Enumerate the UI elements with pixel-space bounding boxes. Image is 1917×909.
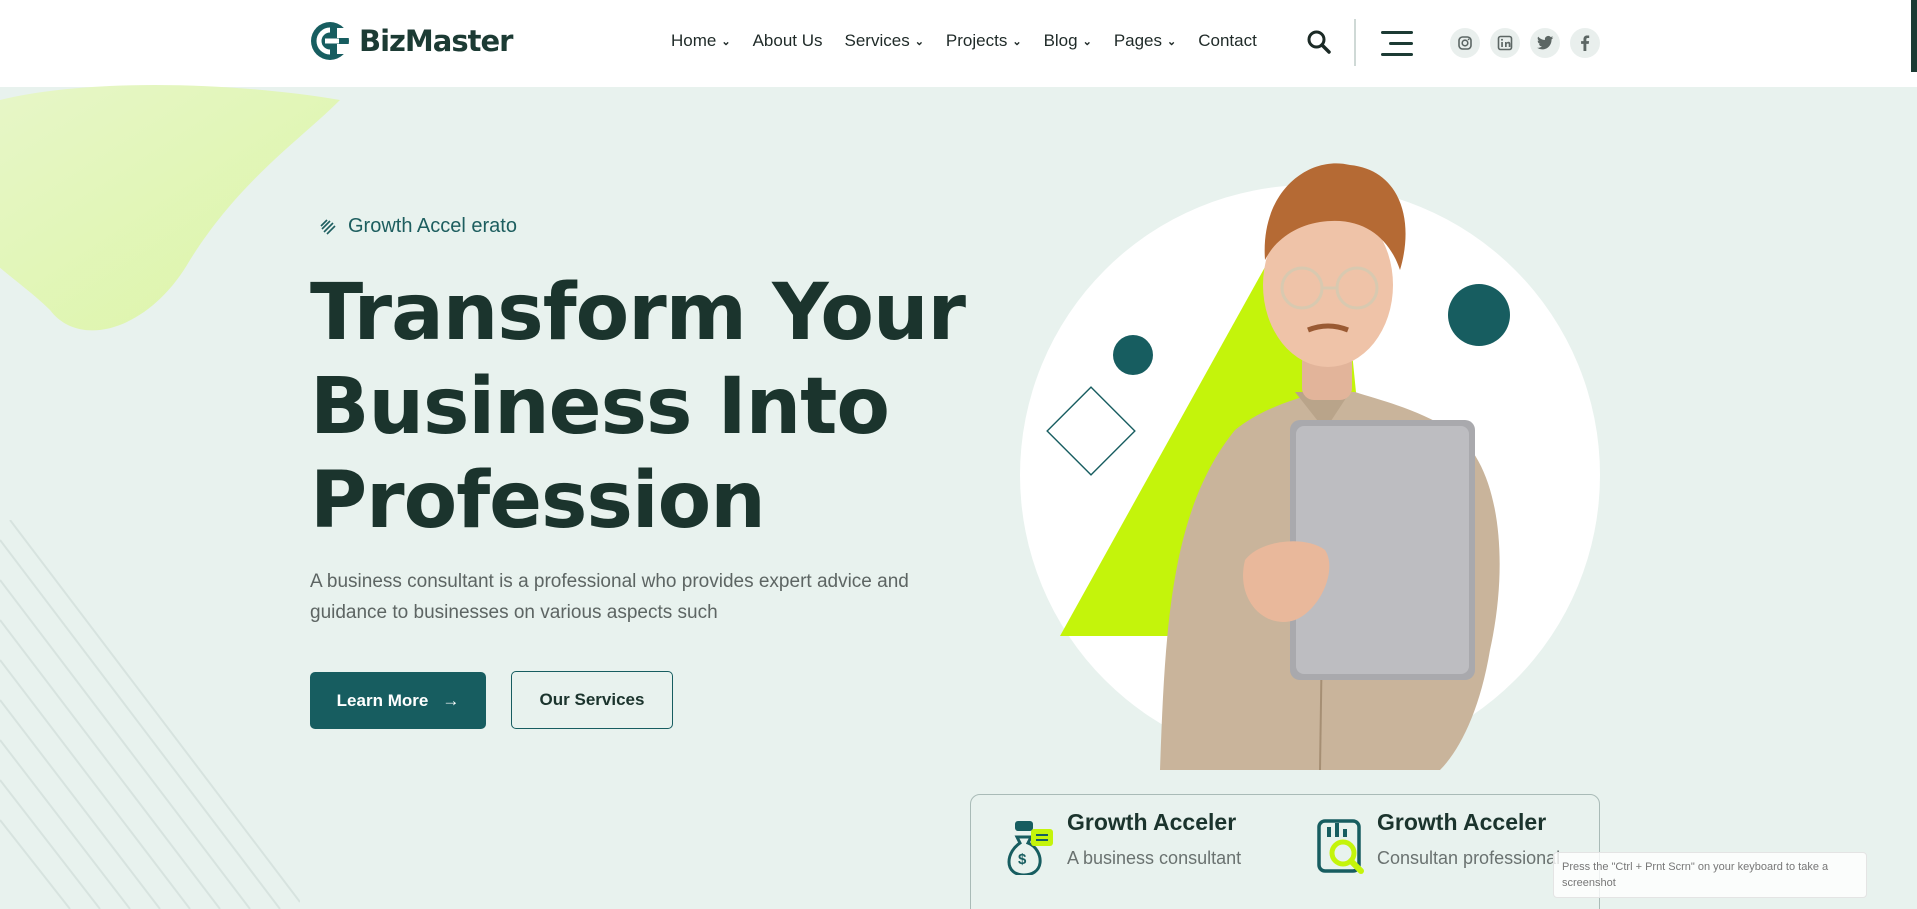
feature-description: A business consultant: [1067, 848, 1242, 868]
brand-logo[interactable]: BizMaster: [309, 20, 513, 62]
nav-blog[interactable]: Blog ⌄: [1044, 31, 1092, 51]
svg-text:$: $: [1018, 851, 1027, 868]
feature-item[interactable]: Growth Acceler Consultan professional: [1315, 809, 1560, 875]
feature-item[interactable]: $ Growth Acceler A business consultant: [1005, 809, 1241, 875]
nav-pages-label: Pages: [1113, 31, 1163, 50]
brand-name: BizMaster: [359, 24, 513, 58]
nav-pages[interactable]: Pages ⌄: [1114, 31, 1176, 51]
chevron-down-icon: ⌄: [914, 35, 924, 48]
hero-tagline: Growth Accel erato: [318, 215, 517, 238]
nav-about-us[interactable]: About Us: [753, 31, 823, 51]
feature-description: Consultan professional: [1377, 848, 1561, 868]
diagonal-stripes-decoration: [0, 520, 300, 909]
feature-text: Growth Acceler Consultan professional: [1377, 809, 1560, 875]
hero-description-line: guidance to businesses on various aspect…: [310, 602, 718, 623]
lime-blob-decoration: [0, 85, 340, 331]
feature-title: Growth Acceler: [1377, 809, 1547, 835]
learn-more-button[interactable]: Learn More →: [310, 672, 486, 729]
nav-home[interactable]: Home ⌄: [671, 31, 731, 51]
arrow-right-icon: →: [442, 690, 460, 710]
hero-tagline-text: Growth Accel erato: [348, 215, 517, 237]
search-icon[interactable]: [1306, 29, 1332, 55]
money-bag-chat-icon: $: [1007, 821, 1053, 875]
teal-dot-large: [1448, 284, 1510, 346]
nav-projects-label: Projects: [945, 31, 1008, 50]
nav-services-label: Services: [844, 31, 910, 50]
nav-contact-label: Contact: [1198, 31, 1257, 50]
main-nav: Home ⌄ About Us Services ⌄ Projects ⌄ Bl…: [671, 31, 1257, 51]
chevron-down-icon: ⌄: [1167, 35, 1177, 48]
instagram-icon[interactable]: [1450, 28, 1480, 58]
feature-title: Growth Acceler: [1067, 809, 1237, 835]
facebook-icon[interactable]: [1570, 28, 1600, 58]
social-links: [1450, 28, 1600, 58]
sparkle-icon: [320, 218, 336, 235]
screenshot-hint-toast: Press the "Ctrl + Prnt Scrn" on your key…: [1553, 852, 1867, 898]
scrollbar-thumb[interactable]: [1911, 0, 1917, 72]
nav-services[interactable]: Services ⌄: [845, 31, 924, 51]
nav-contact[interactable]: Contact: [1198, 31, 1257, 51]
report-search-icon: [1317, 819, 1364, 874]
hero-description: A business consultant is a professional …: [310, 566, 950, 628]
logo-icon: [311, 22, 351, 60]
learn-more-label: Learn More: [336, 690, 429, 710]
hero-description-line: A business consultant is a professional …: [310, 571, 909, 592]
nav-about-label: About Us: [752, 31, 823, 50]
chevron-down-icon: ⌄: [1082, 35, 1092, 48]
nav-blog-label: Blog: [1043, 31, 1078, 50]
our-services-label: Our Services: [539, 690, 645, 709]
twitter-icon[interactable]: [1530, 28, 1560, 58]
hero-headline-line: Transform Your: [310, 268, 966, 358]
hero-headline-line: Business Into: [310, 362, 890, 452]
teal-dot-small: [1113, 335, 1153, 375]
features-card: $ Growth Acceler A business consultant G…: [970, 794, 1600, 909]
linkedin-icon[interactable]: [1490, 28, 1520, 58]
feature-text: Growth Acceler A business consultant: [1067, 809, 1241, 875]
nav-projects[interactable]: Projects ⌄: [946, 31, 1022, 51]
our-services-button[interactable]: Our Services: [511, 671, 673, 729]
hero-headline-line: Profession: [310, 456, 766, 546]
hamburger-menu-icon[interactable]: [1381, 31, 1413, 57]
chevron-down-icon: ⌄: [1012, 35, 1022, 48]
hero-illustration: [1020, 163, 1600, 770]
nav-home-label: Home: [671, 31, 717, 50]
hero-headline: Transform Your Business Into Profession: [310, 266, 990, 548]
chevron-down-icon: ⌄: [721, 35, 731, 48]
header-divider: [1354, 19, 1356, 66]
